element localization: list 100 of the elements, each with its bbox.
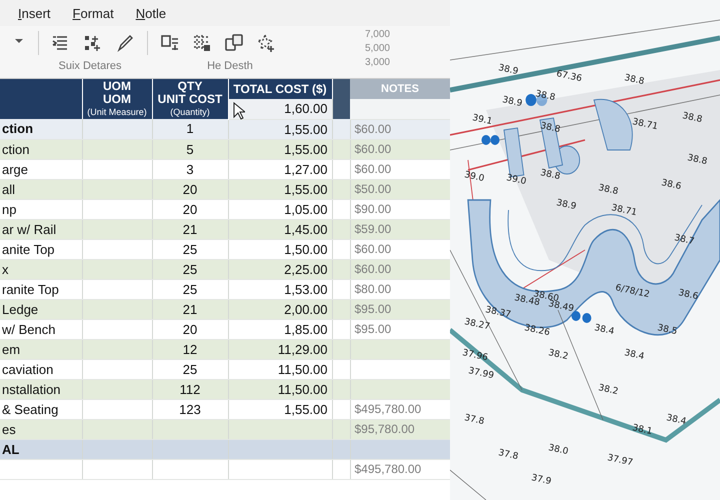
faded-value: 3,000 (364, 56, 390, 70)
elevation-label: 38.71 (631, 117, 659, 132)
table-cell: 11,50.00 (228, 359, 332, 379)
table-cell: nstallation (0, 379, 82, 399)
menu-item[interactable]: Format (72, 6, 114, 20)
elevation-label: 38.8 (539, 168, 562, 182)
elevation-label: 6/78/12 (614, 283, 650, 300)
table-cell: 1,55.00 (228, 399, 332, 419)
table-cell: arge (0, 159, 82, 179)
elevation-label: 38.1 (631, 423, 654, 438)
grid-plus-icon[interactable] (83, 33, 103, 53)
column-header: NOTES (350, 79, 450, 99)
elevation-label: 38.4 (623, 348, 646, 362)
elevation-label: 37.8 (497, 448, 520, 462)
table-cell: 12 (152, 339, 228, 359)
elevation-label: 37.96 (461, 348, 489, 364)
elevation-label: 38.8 (681, 111, 704, 126)
column-header: TOTAL COST ($) (228, 79, 332, 99)
elevation-label: 39.0 (505, 173, 528, 188)
elevation-label: 38.9 (501, 95, 524, 110)
table-cell: 2,00.00 (228, 299, 332, 319)
table-cell: Ledge (0, 299, 82, 319)
elevation-label: 37.97 (606, 453, 634, 468)
elevation-label: 38.9 (497, 63, 520, 78)
table-cell: 2,25.00 (228, 259, 332, 279)
table-cell: 5 (152, 139, 228, 159)
table-cell: 1,05.00 (228, 199, 332, 219)
elevation-label: 38.8 (623, 73, 646, 88)
table-cell: 1,53.00 (228, 279, 332, 299)
table-cell: 1,85.00 (228, 319, 332, 339)
table-cell: 25 (152, 239, 228, 259)
table-cell: em (0, 339, 82, 359)
elevation-label: 38.4 (665, 413, 688, 428)
star-plus-icon[interactable] (256, 33, 276, 53)
table-cell: 25 (152, 359, 228, 379)
table-cell: 1 (152, 119, 228, 139)
table-cell: 25 (152, 259, 228, 279)
table-cell: ction (0, 119, 82, 139)
table-cell: 20 (152, 319, 228, 339)
table-cell: 3 (152, 159, 228, 179)
elevation-label: 38.4 (593, 323, 616, 338)
faded-value: 5,000 (364, 42, 390, 56)
elevation-label: 38.7 (673, 233, 696, 248)
elevation-label: 38.8 (534, 89, 556, 104)
menu-item[interactable]: Notle (136, 6, 166, 20)
elevation-label: 38.71 (610, 203, 638, 218)
elevation-label: 39.0 (463, 170, 486, 184)
table-cell: es (0, 419, 82, 439)
elevation-label: 38.8 (539, 121, 562, 136)
table-cell: & Seating (0, 399, 82, 419)
table-cell: ranite Top (0, 279, 82, 299)
pencil-icon[interactable] (115, 33, 135, 53)
ribbon-group-label: Suix Detares (58, 60, 122, 74)
table-cell: np (0, 199, 82, 219)
elevation-label: 67.36 (555, 69, 583, 84)
menu-item[interactable]: Insert (18, 6, 51, 20)
elevation-label: 38.5 (656, 323, 678, 338)
table-cell: 11,29.00 (228, 339, 332, 359)
elevation-label: 38.9 (555, 198, 578, 212)
table-cell: 1,55.00 (228, 179, 332, 199)
table-cell: 1,60.00 (228, 99, 332, 119)
elevation-label: 39.1 (471, 113, 494, 128)
table-cell: 1,50.00 (228, 239, 332, 259)
mouse-pointer-icon (232, 102, 244, 120)
table-cell: 1,55.00 (228, 139, 332, 159)
table-cell: x (0, 259, 82, 279)
faded-value: 7,000 (364, 28, 390, 42)
table-cell: 20 (152, 179, 228, 199)
elevation-label: 38.6 (677, 288, 700, 302)
elevation-label: 37.8 (463, 413, 486, 428)
elevation-label: 38.8 (686, 153, 708, 168)
copy-icon[interactable] (224, 33, 244, 53)
elevation-label: 38.2 (597, 383, 620, 398)
table-cell: 1,27.00 (228, 159, 332, 179)
table-cell: 20 (152, 199, 228, 219)
column-header: UOM UOM (Unit Measure) (82, 79, 152, 119)
table-cell: 1,55.00 (228, 119, 332, 139)
dotted-grid-icon[interactable] (192, 33, 212, 53)
table-cell: 25 (152, 279, 228, 299)
table-cell: ar w/ Rail (0, 219, 82, 239)
table-cell: 11,50.00 (228, 379, 332, 399)
column-header (332, 79, 350, 119)
elevation-label: 38.6 (660, 178, 682, 192)
table-cell: AL (0, 439, 82, 459)
table-cell: 1,45.00 (228, 219, 332, 239)
table-cell: all (0, 179, 82, 199)
elevation-label: 38.8 (597, 183, 620, 198)
ribbon-group-label: He Desth (206, 60, 254, 74)
table-cell: 112 (152, 379, 228, 399)
elevation-label: 38.26 (523, 323, 551, 338)
table-cell: anite Top (0, 239, 82, 259)
elevation-label: 37.9 (530, 473, 552, 488)
table-cell: w/ Bench (0, 319, 82, 339)
table-cell: caviation (0, 359, 82, 379)
column-header: QTY UNIT COST (Quantity) (152, 79, 228, 119)
elevation-label: 37.99 (467, 366, 495, 382)
wrap-text-icon[interactable] (160, 33, 180, 53)
table-cell: 21 (152, 219, 228, 239)
table-cell: 21 (152, 299, 228, 319)
table-cell: ction (0, 139, 82, 159)
